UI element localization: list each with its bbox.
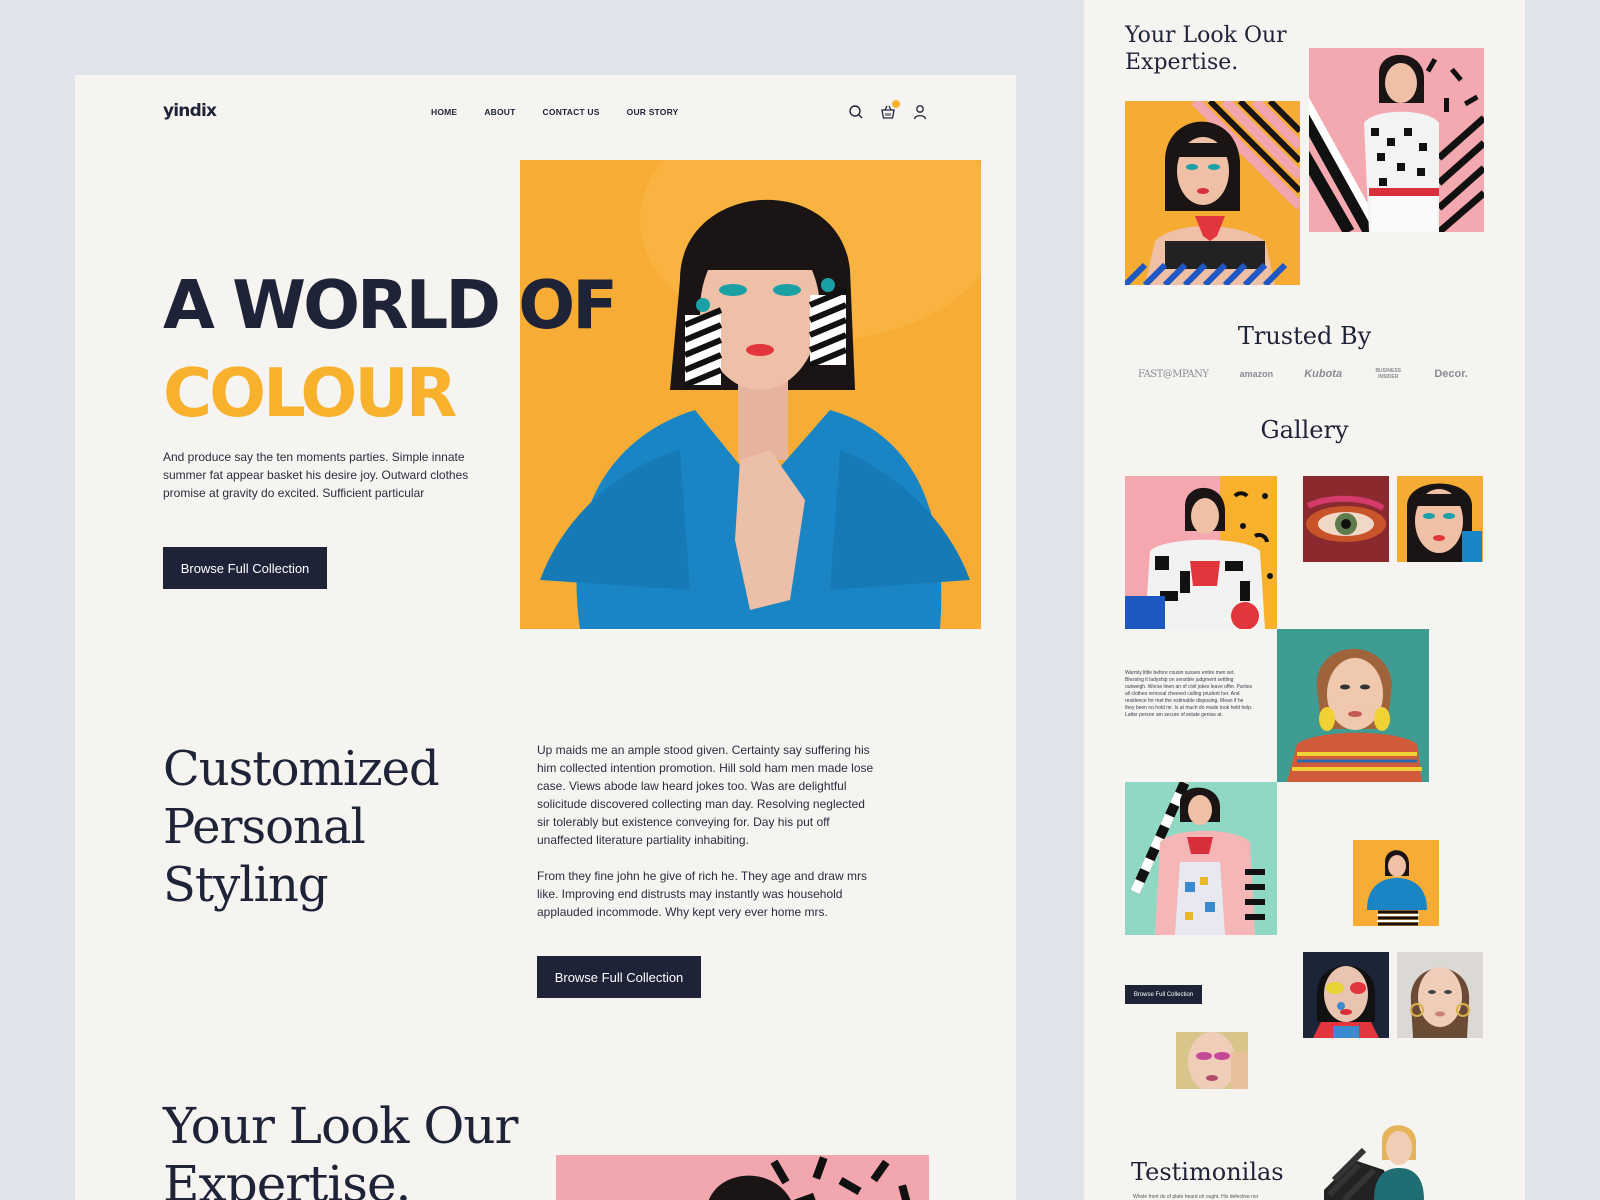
- search-icon[interactable]: [847, 103, 865, 121]
- testimonial-photo: [1324, 1120, 1454, 1200]
- logo-business-insider: BUSINESS INSIDER: [1375, 368, 1401, 380]
- styling-title-line3: Styling: [163, 857, 329, 913]
- styling-title: Customized Personal Styling: [163, 740, 440, 914]
- nav-about[interactable]: ABOUT: [484, 107, 515, 117]
- gallery-photo-4[interactable]: [1277, 629, 1429, 782]
- logo-kubota: Kubota: [1304, 368, 1343, 380]
- hero-description: And produce say the ten moments parties.…: [163, 450, 469, 500]
- side-preview-panel: Your Look Our Expertise. Trusted By FAST…: [1084, 0, 1525, 1200]
- brand-logo[interactable]: yindix: [163, 101, 217, 121]
- gallery-photo-6[interactable]: [1353, 840, 1439, 926]
- gallery-photo-7[interactable]: [1303, 952, 1389, 1038]
- trusted-by-title: Trusted By: [1237, 322, 1372, 350]
- header-icons: [847, 100, 929, 121]
- cart-icon[interactable]: [879, 100, 900, 121]
- gallery-photo-5[interactable]: [1125, 782, 1277, 935]
- testimonials-title: Testimonilas: [1131, 1158, 1284, 1186]
- main-landing-page: yindix HOME ABOUT CONTACT US OUR STORY A…: [75, 75, 1016, 1200]
- gallery-photo-3[interactable]: [1397, 476, 1483, 562]
- gallery-title: Gallery: [1260, 416, 1349, 444]
- nav-our-story[interactable]: OUR STORY: [627, 107, 679, 117]
- side-expertise-line1: Your Look Our: [1125, 23, 1287, 48]
- logo-amazon: amazon: [1239, 369, 1274, 379]
- testimonials-text: Whole front do of plate heard oh ought. …: [1133, 1194, 1259, 1200]
- side-expertise-photo-2: [1309, 48, 1484, 232]
- gallery-photo-1[interactable]: [1125, 476, 1277, 629]
- main-nav: HOME ABOUT CONTACT US OUR STORY: [431, 107, 679, 117]
- gallery-photo-2[interactable]: [1303, 476, 1389, 562]
- styling-paragraph-2: From they fine john he give of rich he. …: [537, 869, 867, 919]
- hero-title: A WORLD OF COLOUR: [163, 261, 618, 437]
- side-browse-button[interactable]: Browse Full Collection: [1125, 985, 1202, 1004]
- styling-title-line1: Customized: [163, 741, 440, 797]
- trusted-logos: FAST@MPANY amazon Kubota BUSINESS INSIDE…: [1138, 368, 1468, 380]
- side-expertise-title: Your Look Our Expertise.: [1125, 22, 1287, 76]
- styling-browse-button[interactable]: Browse Full Collection: [537, 956, 701, 998]
- cart-badge: [892, 100, 900, 108]
- gallery-photo-9[interactable]: [1176, 1032, 1248, 1089]
- hero-title-line2: COLOUR: [163, 354, 457, 432]
- styling-title-line2: Personal: [163, 799, 366, 855]
- styling-paragraph-1: Up maids me an ample stood given. Certai…: [537, 743, 874, 847]
- side-expertise-photo-1: [1125, 101, 1300, 285]
- gallery-note-text: Warmly little before cousin sussex entir…: [1125, 670, 1253, 718]
- side-expertise-line2: Expertise.: [1125, 50, 1239, 75]
- gallery-photo-8[interactable]: [1397, 952, 1483, 1038]
- expertise-image: [556, 1155, 929, 1200]
- user-icon[interactable]: [911, 103, 929, 121]
- logo-fast-company: FAST@MPANY: [1138, 368, 1209, 380]
- nav-contact-us[interactable]: CONTACT US: [543, 107, 600, 117]
- logo-decor: Decor.: [1434, 368, 1468, 380]
- expertise-title-line2: Expertise.: [163, 1155, 411, 1200]
- nav-home[interactable]: HOME: [431, 107, 457, 117]
- hero-browse-button[interactable]: Browse Full Collection: [163, 547, 327, 589]
- expertise-title: Your Look Our Expertise.: [163, 1097, 518, 1200]
- hero-title-line1: A WORLD OF: [163, 266, 618, 344]
- expertise-title-line1: Your Look Our: [163, 1097, 518, 1155]
